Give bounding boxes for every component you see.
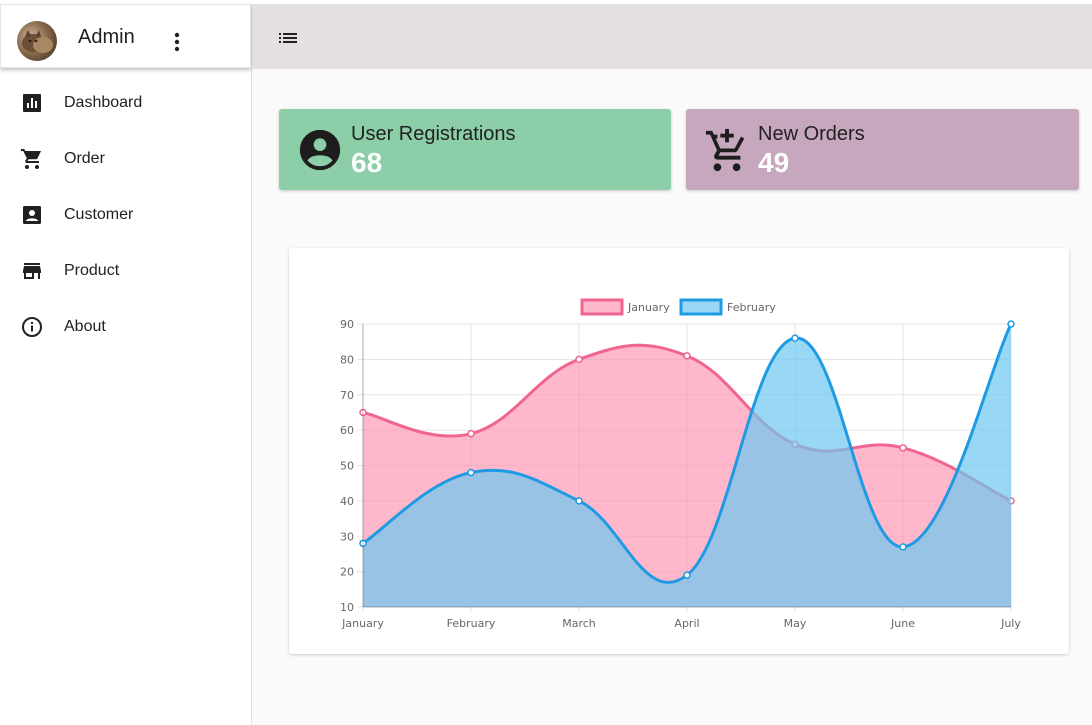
sidebar: Admin Dashboard Order Customer Product A… (0, 4, 252, 725)
card-title: New Orders (758, 123, 865, 145)
app-bar (252, 4, 1092, 69)
sidebar-item-label: About (64, 318, 106, 335)
avatar[interactable] (17, 21, 57, 61)
sidebar-item-order[interactable]: Order (0, 131, 251, 187)
more-vert-icon[interactable] (167, 31, 187, 55)
sidebar-header: Admin (0, 4, 251, 68)
new-orders-card: New Orders 49 (686, 109, 1079, 190)
sidebar-item-label: Dashboard (64, 94, 143, 111)
data-point (467, 468, 475, 477)
sidebar-item-label: Customer (64, 206, 134, 223)
bar-chart-icon (20, 91, 44, 115)
data-point (683, 352, 691, 360)
data-point (575, 497, 583, 505)
y-tick-label: 40 (340, 495, 354, 508)
card-title: User Registrations (351, 123, 516, 145)
data-point (467, 429, 475, 438)
y-tick-label: 60 (340, 424, 354, 437)
data-point (899, 444, 907, 452)
card-value: 49 (758, 147, 790, 178)
data-point (899, 543, 907, 551)
y-tick-label: 30 (340, 530, 354, 543)
data-point (791, 334, 799, 342)
data-point (683, 571, 691, 579)
legend-swatch-january (580, 298, 624, 316)
x-tick-label: April (674, 617, 699, 630)
x-tick-label: January (341, 617, 384, 630)
y-tick-label: 90 (340, 318, 354, 331)
x-tick-label: June (890, 617, 915, 630)
y-tick-label: 70 (340, 389, 354, 402)
x-tick-label: May (784, 617, 807, 630)
user-registrations-card: User Registrations 68 (279, 109, 671, 190)
x-tick-label: July (1000, 617, 1021, 630)
add-shopping-cart-icon (704, 127, 750, 173)
line-chart: 10 20 30 40 50 60 70 80 90 January February March Ap… (340, 298, 1021, 630)
sidebar-item-dashboard[interactable]: Dashboard (0, 75, 251, 131)
legend-label: January (627, 301, 670, 314)
store-icon (20, 259, 44, 283)
y-tick-label: 20 (340, 566, 354, 579)
admin-name: Admin (78, 26, 135, 48)
sidebar-nav: Dashboard Order Customer Product About (0, 75, 251, 355)
line-chart-card: 10 20 30 40 50 60 70 80 90 January February March Ap… (289, 248, 1069, 654)
legend-swatch-february (679, 298, 723, 316)
account-circle-icon (297, 127, 343, 173)
sidebar-item-customer[interactable]: Customer (0, 187, 251, 243)
legend-label: February (727, 301, 776, 314)
sidebar-item-label: Order (64, 150, 105, 167)
sidebar-item-about[interactable]: About (0, 299, 251, 355)
info-icon (20, 315, 44, 339)
cart-icon (20, 147, 44, 171)
x-tick-label: March (562, 617, 596, 630)
y-tick-label: 10 (340, 601, 354, 614)
x-tick-label: February (447, 617, 496, 630)
y-tick-label: 50 (340, 460, 354, 473)
y-tick-label: 80 (340, 353, 354, 366)
card-value: 68 (351, 147, 383, 178)
sidebar-item-label: Product (64, 262, 120, 279)
menu-list-icon[interactable] (276, 26, 300, 50)
data-point (1007, 320, 1015, 328)
sidebar-item-product[interactable]: Product (0, 243, 251, 299)
contact-card-icon (20, 203, 44, 227)
data-point (575, 355, 583, 364)
